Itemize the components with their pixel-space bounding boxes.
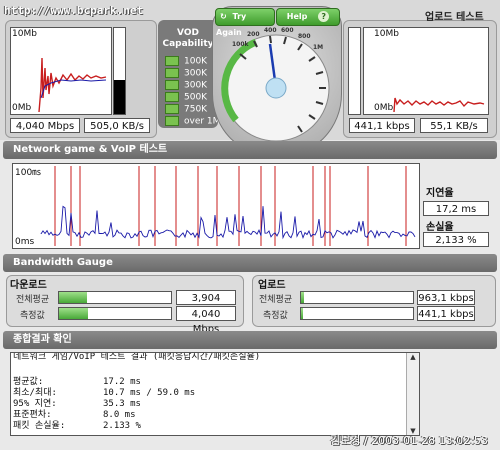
download-ymax: 10Mb xyxy=(12,29,37,39)
bw-upload-meas-value: 441,1 kbps xyxy=(417,306,475,321)
upload-ymax: 10Mb xyxy=(374,29,399,39)
vod-item-6: over 1M xyxy=(165,116,221,127)
bw-upload-meas-fill xyxy=(301,308,304,319)
bw-upload-avg-value: 963,1 kbps xyxy=(417,290,475,305)
loss-label: 손실율 xyxy=(426,222,454,233)
download-ymin: 0Mb xyxy=(12,103,32,113)
vod-led-4 xyxy=(165,92,179,102)
download-level-fill xyxy=(114,79,125,114)
bw-upload-avg-fill xyxy=(301,292,305,303)
vod-item-4: 500K xyxy=(165,92,208,103)
vod-item-5-label: 750K xyxy=(184,104,208,115)
summary-line-0: 네트워크 게임/VoIP 테스트 결과 (패킷응답시간/패킷손실율) xyxy=(13,352,261,362)
bw-download-avg-fill xyxy=(59,292,87,303)
upload-ymin: 0Mb xyxy=(374,103,394,113)
bw-download-avg-label: 전체평균 xyxy=(16,295,50,305)
latency-value: 17,2 ms xyxy=(423,201,489,216)
gauge-tick-label-0: 100k xyxy=(232,41,250,48)
refresh-icon: ↻ xyxy=(220,12,227,21)
vod-led-1 xyxy=(165,56,179,66)
network-graph xyxy=(12,163,420,249)
summary-textarea[interactable]: 네트워크 게임/VoIP 테스트 결과 (패킷응답시간/패킷손실율) 평균값: 1… xyxy=(10,352,420,436)
bw-upload-avg-label: 전체평균 xyxy=(259,295,293,305)
vod-led-6 xyxy=(165,116,179,126)
bw-download-title: 다운로드 xyxy=(10,280,47,291)
bw-download-meas-fill xyxy=(59,308,89,319)
bw-download-avg-value: 3,904 Mbps xyxy=(176,290,236,319)
bw-download-avg-bar xyxy=(58,291,172,304)
upload-title: 업로드 테스트 xyxy=(425,12,484,23)
upload-speed-kbs: 55,1 KB/s xyxy=(420,118,488,133)
watermark: http://www.bcpark.net xyxy=(4,4,144,17)
help-label: Help xyxy=(286,12,308,21)
bw-download-meas-bar xyxy=(58,307,172,320)
bw-upload-title: 업로드 xyxy=(258,280,286,291)
signature: 김보경 / 2003-01-28 13:02:53 xyxy=(330,434,488,447)
summary-line-5: 패킷 손실율: 2.133 % xyxy=(13,421,141,431)
upload-graph xyxy=(363,27,489,115)
download-speed-kbs: 505,0 KB/s xyxy=(84,118,150,133)
upload-graph-svg xyxy=(393,97,485,113)
gauge-tick-label-4: 800 xyxy=(298,33,311,40)
bw-upload-meas-label: 측정값 xyxy=(263,311,288,321)
download-trace-blue xyxy=(40,79,107,99)
network-header: Network game & VoIP 테스트 xyxy=(3,141,497,159)
upload-speed-kbps: 441,1 kbps xyxy=(349,118,415,133)
vod-item-1: 100K xyxy=(165,56,208,67)
vod-item-6-label: over 1M xyxy=(184,116,221,127)
bw-download-meas-label: 측정값 xyxy=(20,311,45,321)
scroll-up-icon[interactable]: ▲ xyxy=(407,353,419,361)
vod-item-4-label: 500K xyxy=(184,92,208,103)
summary-scrollbar[interactable]: ▲ ▼ xyxy=(406,353,419,435)
network-graph-svg xyxy=(40,166,416,246)
vod-item-2-label: 300K xyxy=(184,68,208,79)
vod-led-3 xyxy=(165,80,179,90)
download-level-meter xyxy=(113,27,126,115)
vod-title: VOD Capability xyxy=(162,28,214,49)
vod-item-5: 750K xyxy=(165,104,208,115)
gauge-hub xyxy=(265,77,287,99)
vod-led-5 xyxy=(165,104,179,114)
download-graph-svg xyxy=(38,57,107,113)
gauge-tick-label-1: 200 xyxy=(247,31,260,38)
download-graph xyxy=(10,27,112,115)
gauge-tick-label-3: 600 xyxy=(281,27,294,34)
bw-download-meas-value: 4,040 Mbps xyxy=(176,306,236,335)
upload-trace-red xyxy=(393,97,485,113)
latency-label: 지연율 xyxy=(426,188,454,199)
gauge-tick-label-2: 400 xyxy=(264,27,277,34)
upload-level-meter xyxy=(348,27,361,115)
gauge-tick-label-5: 1M xyxy=(313,44,323,51)
loss-value: 2,133 % xyxy=(423,232,489,247)
network-ymax: 100㎳ xyxy=(15,168,42,178)
vod-item-3: 300K xyxy=(165,80,208,91)
bw-upload-avg-bar xyxy=(300,291,414,304)
bw-upload-meas-bar xyxy=(300,307,414,320)
download-trace-red xyxy=(38,57,107,113)
download-speed-mbps: 4,040 Mbps xyxy=(10,118,80,133)
vod-item-2: 300K xyxy=(165,68,208,79)
bandwidth-header: Bandwidth Gauge xyxy=(3,254,497,272)
latency-trace xyxy=(40,205,416,240)
vod-item-3-label: 300K xyxy=(184,80,208,91)
summary-header: 종합결과 확인 xyxy=(3,331,497,349)
gauge-dial: 100k 200 400 600 800 1M xyxy=(221,27,330,142)
vod-led-2 xyxy=(165,68,179,78)
vod-item-1-label: 100K xyxy=(184,56,208,67)
help-icon: ? xyxy=(318,11,330,22)
network-ymin: 0ms xyxy=(15,237,35,247)
